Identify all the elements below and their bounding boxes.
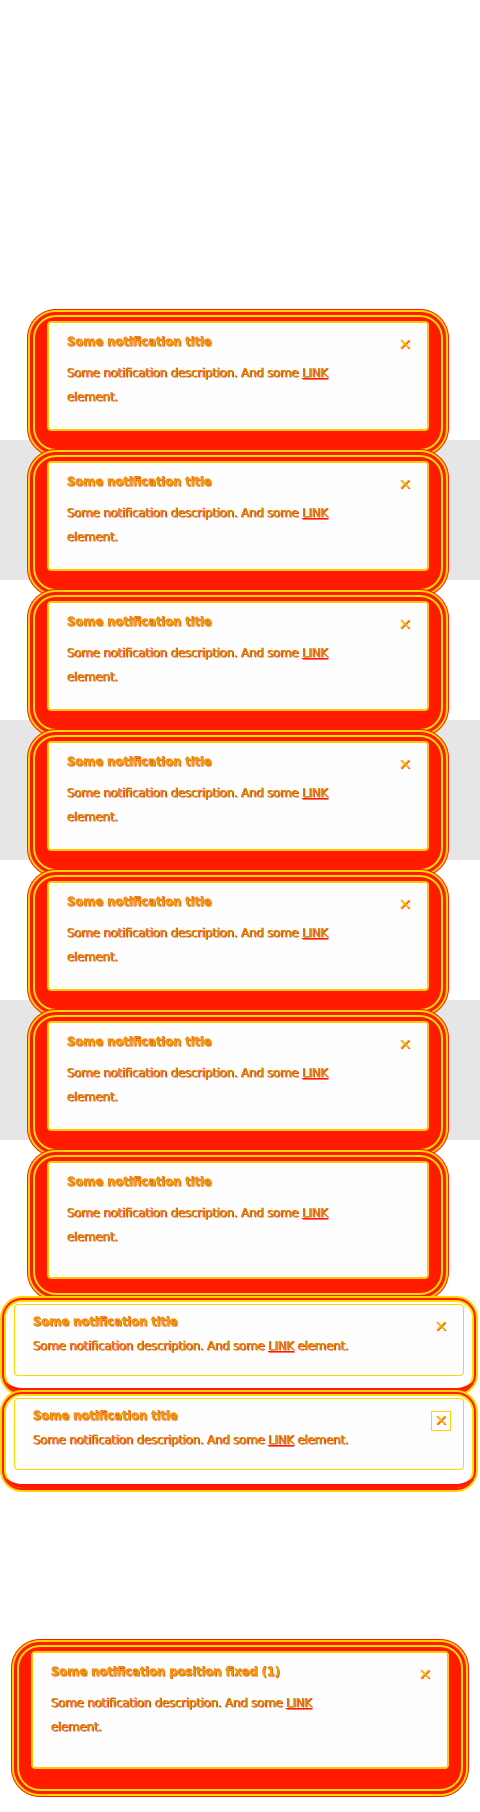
notification-title: Some notification title — [33, 1409, 178, 1423]
notification-description: Some notification description. And some … — [67, 501, 379, 549]
description-text: Some notification description. And some — [67, 1066, 303, 1080]
notification-card-fixed: Some notification position fixed (1) Som… — [14, 1642, 466, 1794]
notification-description: Some notification description. And some … — [67, 921, 379, 969]
description-text: Some notification description. And some — [51, 1696, 287, 1710]
notification-title: Some notification title — [67, 755, 212, 769]
close-icon[interactable]: ✕ — [395, 335, 415, 355]
description-rest: element. — [294, 1339, 349, 1353]
close-icon[interactable]: ✕ — [431, 1317, 451, 1337]
notification-card: Some notification title Some notificatio… — [30, 312, 446, 454]
notification-description: Some notification description. And some … — [33, 1431, 419, 1449]
close-icon[interactable]: ✕ — [395, 1035, 415, 1055]
notification-card: Some notification title Some notificatio… — [30, 1152, 446, 1298]
notification-panel: Some notification title Some notificatio… — [47, 601, 429, 711]
description-text: Some notification description. And some — [67, 506, 303, 520]
notification-description: Some notification description. And some … — [51, 1691, 399, 1739]
notification-card: Some notification title Some notificatio… — [30, 592, 446, 734]
notification-title: Some notification title — [67, 1175, 212, 1189]
notification-title: Some notification title — [67, 335, 212, 349]
notification-panel: Some notification title Some notificatio… — [47, 881, 429, 991]
description-text: Some notification description. And some — [67, 926, 303, 940]
notification-description: Some notification description. And some … — [33, 1337, 419, 1355]
description-rest: element. — [294, 1433, 349, 1447]
notification-card-wide: Some notification title Some notificatio… — [2, 1298, 476, 1394]
notification-title: Some notification title — [33, 1315, 178, 1329]
notification-description: Some notification description. And some … — [67, 781, 379, 829]
notification-link[interactable]: LINK — [302, 1206, 328, 1220]
close-icon[interactable]: ✕ — [395, 475, 415, 495]
description-text: Some notification description. And some — [67, 1206, 303, 1220]
description-text: Some notification description. And some — [33, 1339, 269, 1353]
description-rest: element. — [67, 670, 118, 684]
notification-card-wide: Some notification title Some notificatio… — [2, 1392, 476, 1490]
notification-link[interactable]: LINK — [302, 926, 328, 940]
notification-panel: Some notification title Some notificatio… — [47, 741, 429, 851]
notification-link[interactable]: LINK — [302, 1066, 328, 1080]
description-text: Some notification description. And some — [33, 1433, 269, 1447]
close-icon[interactable]: ✕ — [431, 1411, 451, 1431]
description-rest: element. — [67, 810, 118, 824]
notification-panel: Some notification title Some notificatio… — [47, 321, 429, 431]
notification-panel: Some notification position fixed (1) Som… — [31, 1651, 449, 1769]
description-rest: element. — [67, 390, 118, 404]
notification-title: Some notification title — [67, 895, 212, 909]
notification-panel: Some notification title Some notificatio… — [47, 1161, 429, 1279]
notification-description: Some notification description. And some … — [67, 361, 379, 409]
notification-description: Some notification description. And some … — [67, 641, 379, 689]
notification-title: Some notification title — [67, 615, 212, 629]
notification-link[interactable]: LINK — [268, 1339, 294, 1353]
notification-link[interactable]: LINK — [302, 646, 328, 660]
description-rest: element. — [51, 1720, 102, 1734]
notification-link[interactable]: LINK — [286, 1696, 312, 1710]
notification-panel: Some notification title Some notificatio… — [14, 1304, 464, 1376]
close-icon[interactable]: ✕ — [395, 895, 415, 915]
description-text: Some notification description. And some — [67, 786, 303, 800]
notification-description: Some notification description. And some … — [67, 1201, 379, 1249]
notification-link[interactable]: LINK — [268, 1433, 294, 1447]
notification-title: Some notification title — [67, 475, 212, 489]
notification-card: Some notification title Some notificatio… — [30, 732, 446, 874]
notification-panel: Some notification title Some notificatio… — [14, 1398, 464, 1470]
description-text: Some notification description. And some — [67, 646, 303, 660]
notification-panel: Some notification title Some notificatio… — [47, 461, 429, 571]
notification-panel: Some notification title Some notificatio… — [47, 1021, 429, 1131]
description-rest: element. — [67, 530, 118, 544]
notification-title: Some notification title — [67, 1035, 212, 1049]
notification-card: Some notification title Some notificatio… — [30, 872, 446, 1014]
notification-link[interactable]: LINK — [302, 786, 328, 800]
close-icon[interactable]: ✕ — [415, 1665, 435, 1685]
notification-card: Some notification title Some notificatio… — [30, 1012, 446, 1154]
notification-card: Some notification title Some notificatio… — [30, 452, 446, 594]
description-rest: element. — [67, 950, 118, 964]
close-icon[interactable]: ✕ — [395, 755, 415, 775]
description-rest: element. — [67, 1230, 118, 1244]
notification-description: Some notification description. And some … — [67, 1061, 379, 1109]
notification-link[interactable]: LINK — [302, 506, 328, 520]
notification-link[interactable]: LINK — [302, 366, 328, 380]
close-icon[interactable]: ✕ — [395, 615, 415, 635]
description-text: Some notification description. And some — [67, 366, 303, 380]
description-rest: element. — [67, 1090, 118, 1104]
notification-title: Some notification position fixed (1) — [51, 1665, 281, 1679]
